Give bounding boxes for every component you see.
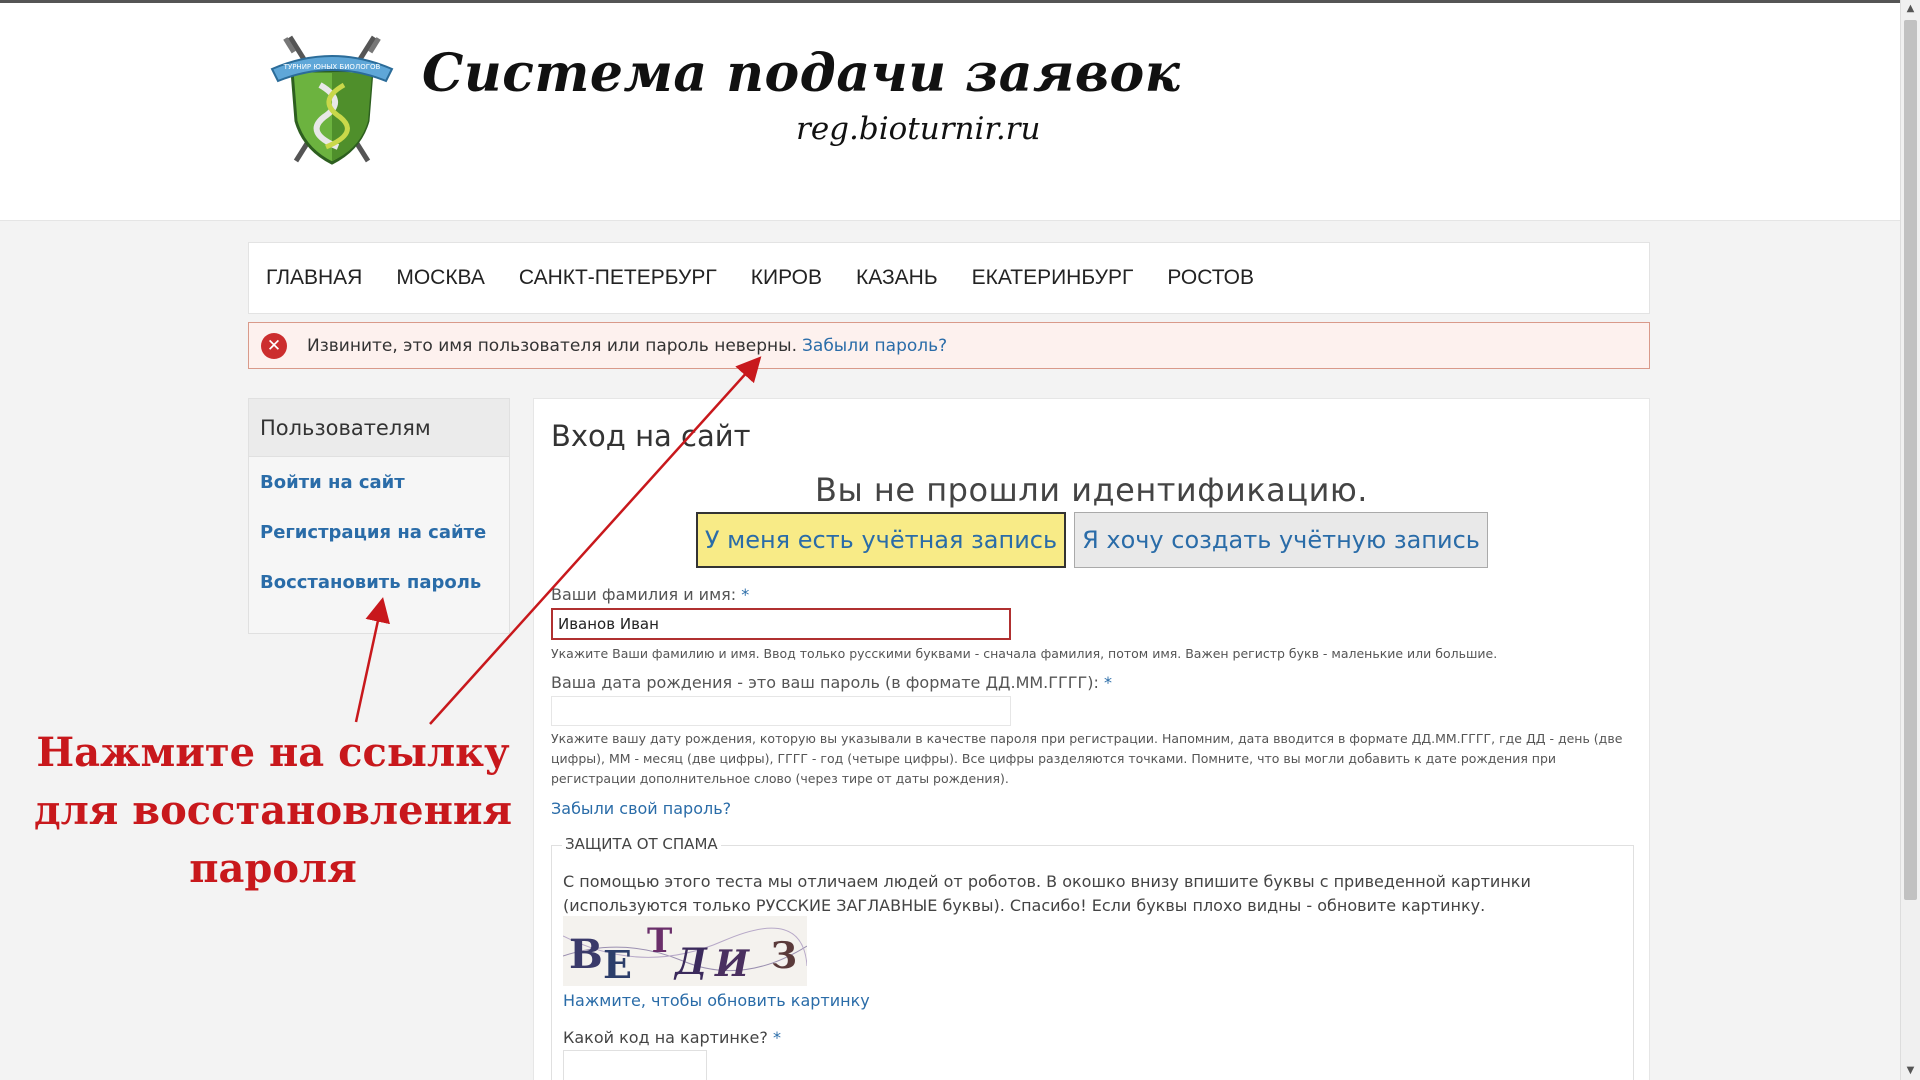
required-mark: * [772, 1028, 781, 1047]
nav-item-rostov[interactable]: РОСТОВ [1167, 266, 1254, 290]
shield-logo-icon[interactable]: ТУРНИР ЮНЫХ БИОЛОГОВ [268, 29, 396, 171]
captcha-image: В Е Т Д И З [563, 916, 807, 986]
date-label: Ваша дата рождения - это ваш пароль (в ф… [551, 673, 1113, 692]
svg-text:Е: Е [603, 942, 632, 986]
users-sidebar: Пользователям Войти на сайт Регистрация … [248, 398, 510, 634]
login-panel: Вход на сайт Вы не прошли идентификацию.… [533, 398, 1650, 1080]
svg-text:ТУРНИР ЮНЫХ БИОЛОГОВ: ТУРНИР ЮНЫХ БИОЛОГОВ [283, 63, 381, 71]
sidebar-item-register[interactable]: Регистрация на сайте [249, 522, 509, 543]
date-hint: Укажите вашу дату рождения, которую вы у… [551, 731, 1623, 786]
create-account-button[interactable]: Я хочу создать учётную запись [1074, 512, 1488, 568]
name-label: Ваши фамилия и имя: * [551, 585, 750, 604]
scrollbar-thumb[interactable] [1904, 20, 1917, 900]
name-input[interactable] [551, 608, 1011, 640]
site-title: Система подачи заявок [422, 43, 1181, 104]
spam-protection-fieldset: ЗАЩИТА ОТ СПАМА С помощью этого теста мы… [551, 835, 1634, 1080]
nav-item-moscow[interactable]: МОСКВА [396, 266, 485, 290]
nav-item-ekaterinburg[interactable]: ЕКАТЕРИНБУРГ [972, 266, 1134, 290]
scroll-down-icon[interactable]: ▼ [1901, 1062, 1920, 1080]
captcha-code-label: Какой код на картинке? * [563, 1028, 781, 1047]
name-hint: Укажите Ваши фамилию и имя. Ввод только … [551, 646, 1498, 661]
spam-description: С помощью этого теста мы отличаем людей … [563, 872, 1531, 915]
sidebar-item-restore-password[interactable]: Восстановить пароль [249, 572, 509, 593]
svg-text:Д: Д [673, 941, 708, 983]
nav-item-spb[interactable]: САНКТ-ПЕТЕРБУРГ [519, 266, 717, 290]
sidebar-title: Пользователям [249, 399, 509, 457]
main-nav: ГЛАВНАЯ МОСКВА САНКТ-ПЕТЕРБУРГ КИРОВ КАЗ… [248, 242, 1650, 314]
refresh-captcha-link[interactable]: Нажмите, чтобы обновить картинку [563, 991, 870, 1010]
site-header: ТУРНИР ЮНЫХ БИОЛОГОВ Система подачи заяв… [0, 3, 1900, 221]
scroll-up-icon[interactable]: ▲ [1901, 0, 1920, 18]
annotation-text: Нажмите на ссылку для восстановления пар… [33, 729, 513, 892]
page-title: Вход на сайт [551, 419, 751, 453]
nav-item-kirov[interactable]: КИРОВ [751, 266, 822, 290]
svg-text:З: З [771, 935, 797, 977]
nav-item-home[interactable]: ГЛАВНАЯ [266, 266, 362, 290]
sidebar-item-login[interactable]: Войти на сайт [249, 472, 509, 493]
page-scrollbar[interactable]: ▲ ▼ [1900, 0, 1920, 1080]
nav-item-kazan[interactable]: КАЗАНЬ [856, 266, 938, 290]
required-mark: * [741, 585, 750, 604]
required-mark: * [1104, 673, 1113, 692]
error-icon: ✕ [261, 332, 287, 359]
site-subtitle: reg.bioturnir.ru [796, 111, 1041, 147]
svg-text:Т: Т [647, 921, 672, 961]
not-authenticated-heading: Вы не прошли идентификацию. [815, 471, 1368, 509]
spam-legend: ЗАЩИТА ОТ СПАМА [562, 835, 721, 853]
svg-text:В: В [569, 931, 603, 978]
captcha-code-input[interactable] [563, 1050, 707, 1080]
svg-text:И: И [714, 943, 750, 985]
error-message: Извините, это имя пользователя или парол… [307, 335, 797, 356]
forgot-own-password-link[interactable]: Забыли свой пароль? [551, 799, 731, 818]
error-alert: ✕ Извините, это имя пользователя или пар… [248, 322, 1650, 369]
have-account-button[interactable]: У меня есть учётная запись [696, 512, 1066, 568]
birthdate-password-input[interactable] [551, 696, 1011, 726]
forgot-password-link[interactable]: Забыли пароль? [802, 336, 947, 356]
